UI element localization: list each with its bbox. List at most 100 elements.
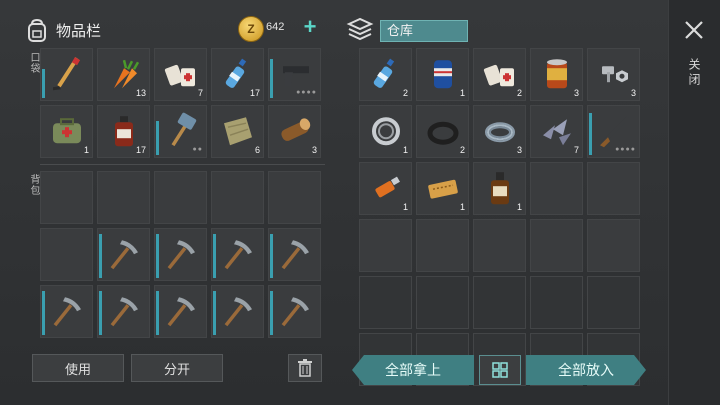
item-slot[interactable] (268, 285, 321, 338)
pocket-grid: 13 7 17 ●●●● 1 17 ●● 6 3 (40, 48, 321, 158)
item-slot[interactable] (40, 285, 93, 338)
pistol-icon (282, 65, 309, 86)
item-slot[interactable]: 2 (473, 48, 526, 101)
item-slot[interactable] (473, 219, 526, 272)
item-slot[interactable]: 3 (530, 48, 583, 101)
item-slot[interactable]: 3 (587, 48, 640, 101)
coin-icon: Z (238, 16, 264, 42)
inventory-title: 物品栏 (56, 22, 102, 40)
item-slot[interactable] (154, 228, 207, 281)
item-slot[interactable] (530, 219, 583, 272)
item-count: 2 (459, 145, 465, 155)
item-slot[interactable]: 1 (416, 162, 469, 215)
grid-icon (492, 362, 508, 378)
item-slot[interactable]: 1 (359, 105, 412, 158)
item-slot[interactable] (40, 48, 93, 101)
item-count: 2 (402, 88, 408, 98)
item-slot[interactable]: 13 (97, 48, 150, 101)
item-count: 7 (197, 88, 203, 98)
durability-bar (99, 291, 102, 335)
ammo-indicator: ●●●● (615, 146, 636, 153)
item-count: 1 (402, 202, 408, 212)
durability-bar (42, 69, 45, 98)
bearing-icon (371, 116, 400, 145)
item-slot[interactable] (359, 219, 412, 272)
sledgehammer-icon (171, 112, 196, 146)
item-slot[interactable] (587, 276, 640, 329)
whiskey-bottle-icon (490, 171, 509, 204)
item-slot[interactable]: 17 (97, 105, 150, 158)
item-slot[interactable]: 1 (40, 105, 93, 158)
ammo-indicator: ●● (192, 146, 203, 153)
backpack-label: 背包 (28, 174, 39, 196)
item-slot[interactable]: ●●●● (268, 48, 321, 101)
item-slot[interactable] (530, 162, 583, 215)
item-slot[interactable] (416, 219, 469, 272)
pickaxe-icon (110, 296, 138, 326)
item-slot[interactable]: 7 (154, 48, 207, 101)
item-slot[interactable] (416, 276, 469, 329)
divider (40, 164, 325, 165)
close-label[interactable]: 关闭 (686, 58, 703, 88)
item-slot[interactable]: 3 (473, 105, 526, 158)
item-slot[interactable]: 7 (530, 105, 583, 158)
put-all-button[interactable]: 全部放入 (526, 355, 646, 385)
item-slot[interactable] (268, 228, 321, 281)
item-slot[interactable]: 1 (359, 162, 412, 215)
take-all-button[interactable]: 全部拿上 (352, 355, 474, 385)
item-slot[interactable]: ●● (154, 105, 207, 158)
pickaxe-icon (53, 296, 81, 326)
item-slot[interactable]: 17 (211, 48, 264, 101)
item-slot[interactable]: 1 (473, 162, 526, 215)
item-slot[interactable]: 2 (359, 48, 412, 101)
item-slot[interactable] (211, 285, 264, 338)
durability-bar (270, 234, 273, 278)
item-slot[interactable] (154, 285, 207, 338)
item-slot[interactable] (40, 171, 93, 224)
item-count: 3 (311, 145, 317, 155)
pickaxe-icon (224, 296, 252, 326)
pickaxe-icon (167, 296, 195, 326)
item-slot[interactable] (268, 171, 321, 224)
warehouse-title: 仓库 (380, 20, 468, 42)
pickaxe-icon (110, 239, 138, 269)
item-slot[interactable] (97, 228, 150, 281)
item-slot[interactable] (40, 228, 93, 281)
trash-icon (298, 359, 312, 377)
split-button[interactable]: 分开 (131, 354, 223, 382)
item-slot[interactable] (587, 162, 640, 215)
item-slot[interactable]: 1 (416, 48, 469, 101)
item-count: 17 (249, 88, 260, 98)
item-count: 13 (135, 88, 146, 98)
add-coins-button[interactable]: + (300, 16, 320, 38)
item-slot[interactable] (211, 228, 264, 281)
bandage-icon (483, 64, 514, 86)
hockey-stick-icon (52, 56, 80, 90)
item-slot[interactable]: 6 (211, 105, 264, 158)
warehouse-icon (346, 17, 374, 41)
pickaxe-icon (224, 239, 252, 269)
durability-bar (213, 234, 216, 278)
item-slot[interactable] (211, 171, 264, 224)
item-slot[interactable] (97, 171, 150, 224)
use-button[interactable]: 使用 (32, 354, 124, 382)
trash-button[interactable] (288, 354, 322, 382)
item-slot[interactable]: ●●●● (587, 105, 640, 158)
item-slot[interactable] (359, 276, 412, 329)
water-bottle-icon (373, 58, 394, 88)
pickaxe-icon (167, 239, 195, 269)
item-slot[interactable] (97, 285, 150, 338)
close-icon[interactable] (684, 20, 704, 40)
item-count: 3 (516, 145, 522, 155)
usb-drive-icon (374, 176, 400, 197)
item-slot[interactable] (587, 219, 640, 272)
item-slot[interactable] (530, 276, 583, 329)
item-count: 17 (135, 145, 146, 155)
item-slot[interactable] (473, 276, 526, 329)
item-slot[interactable]: 2 (416, 105, 469, 158)
sort-button[interactable] (479, 355, 521, 385)
item-slot[interactable]: 3 (268, 105, 321, 158)
item-count: 1 (402, 145, 408, 155)
item-slot[interactable] (154, 171, 207, 224)
coin-count: 642 (266, 21, 285, 33)
